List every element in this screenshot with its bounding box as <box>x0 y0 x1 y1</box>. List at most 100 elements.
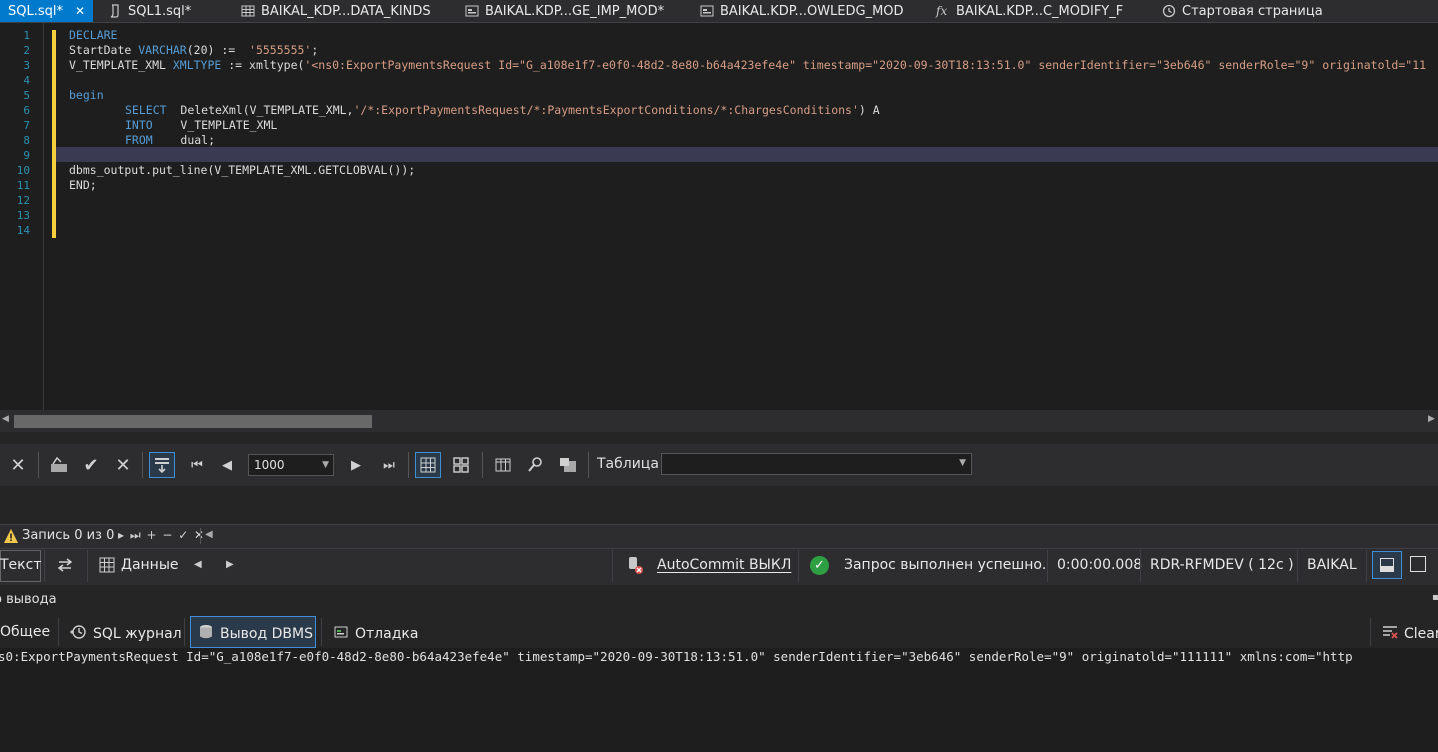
record-navigation-bar <box>0 524 1438 549</box>
code-line-3: V_TEMPLATE_XML XMLTYPE := xmltype('<ns0:… <box>69 58 1426 73</box>
line-number: 6 <box>23 104 30 117</box>
data-view-tab[interactable]: Данные <box>121 557 179 573</box>
scroll-right-icon[interactable]: ▶ <box>1428 414 1435 424</box>
line-number: 10 <box>16 164 30 177</box>
tab-scroll-right-icon[interactable]: ▶ <box>226 559 234 570</box>
tab-package-owledg-mod[interactable]: BAIKAL.KDP...OWLEDG_MOD <box>692 0 924 22</box>
start-page-icon <box>1162 4 1176 18</box>
line-number: 5 <box>23 89 30 102</box>
line-number: 7 <box>23 119 30 132</box>
clear-label: Clear <box>1404 626 1438 642</box>
find-icon[interactable] <box>522 452 548 478</box>
tab-label: BAIKAL_KDP...DATA_KINDS <box>261 3 431 19</box>
tab-label: SQL1.sql* <box>128 3 192 19</box>
autocommit-icon[interactable] <box>625 555 645 579</box>
tab-dbms-output-label: Вывод DBMS <box>220 626 313 642</box>
close-icon[interactable]: ✕ <box>75 4 85 18</box>
success-check-icon: ✓ <box>810 556 829 575</box>
package-icon <box>465 4 479 18</box>
line-number: 11 <box>16 179 30 192</box>
tab-sql1[interactable]: SQL1.sql* <box>100 0 230 22</box>
code-line-7: INTO V_TEMPLATE_XML <box>125 118 277 133</box>
row-limit-select[interactable]: 1000 ▼ <box>248 454 334 476</box>
function-icon: fx <box>936 4 948 18</box>
line-number: 1 <box>23 29 30 42</box>
collapse-icon[interactable]: ◀ <box>205 529 213 540</box>
edit-rows-icon[interactable] <box>46 452 72 478</box>
output-panel-title: о вывода <box>0 592 57 607</box>
scrollbar-thumb[interactable] <box>14 415 372 428</box>
chevron-down-icon: ▼ <box>959 458 966 468</box>
code-line-8: FROM dual; <box>125 133 215 148</box>
query-status: Запрос выполнен успешно. <box>844 557 1047 573</box>
string-literal: '/*:ExportPaymentsRequest/*:PaymentsExpo… <box>353 103 859 117</box>
rollback-icon[interactable]: ✕ <box>110 452 136 478</box>
columns-icon[interactable] <box>490 452 516 478</box>
keyword: XMLTYPE <box>172 58 222 72</box>
swap-icon[interactable] <box>56 556 74 578</box>
clear-button[interactable]: Clear <box>1382 624 1438 644</box>
line-number-gutter: 1 2 3 4 5 6 7 8 9 10 11 12 13 14 <box>0 23 44 410</box>
code-line-1: DECLARE <box>69 28 117 43</box>
dbms-output-text: s0:ExportPaymentsRequest Id="G_a108e1f7-… <box>0 649 1353 664</box>
first-page-icon[interactable]: ⏮ <box>184 452 210 478</box>
keyword: SELECT <box>125 103 167 117</box>
table-select[interactable]: ▼ <box>661 453 972 475</box>
tab-label: SQL.sql* <box>8 3 63 19</box>
debug-icon <box>333 624 349 644</box>
line-number: 4 <box>23 74 30 87</box>
scroll-left-icon[interactable]: ◀ <box>2 414 9 424</box>
changed-lines-marker <box>52 30 56 238</box>
tab-function-modify[interactable]: fx BAIKAL.KDP...C_MODIFY_F <box>928 0 1150 22</box>
bottom-panel-layout-icon[interactable] <box>1372 551 1402 579</box>
tab-package-imp-mod[interactable]: BAIKAL.KDP...GE_IMP_MOD* <box>457 0 689 22</box>
script-icon <box>108 4 122 18</box>
tab-debug[interactable]: Отладка <box>333 624 418 644</box>
line-number: 2 <box>23 44 30 57</box>
line-number: 12 <box>16 194 30 207</box>
row-limit-value: 1000 <box>254 458 285 472</box>
connection-name: RDR-RFMDEV ( 12c ) <box>1150 557 1294 573</box>
pin-icon[interactable]: ▪ <box>1432 592 1438 603</box>
current-line-highlight <box>56 147 1438 162</box>
next-page-icon[interactable]: ▶ <box>343 452 369 478</box>
keyword: begin <box>69 88 104 102</box>
tab-label: Стартовая страница <box>1182 3 1323 19</box>
maximize-panel-icon[interactable] <box>1410 556 1426 572</box>
record-nav-buttons[interactable]: ▸ ⏭ + − ✓ ✕ <box>118 528 205 543</box>
tab-label: BAIKAL.KDP...OWLEDG_MOD <box>720 3 904 19</box>
cancel-icon[interactable]: ✕ <box>5 452 31 478</box>
export-icon[interactable] <box>555 452 581 478</box>
commit-icon[interactable]: ✔ <box>78 452 104 478</box>
tab-sql[interactable]: SQL.sql* ✕ <box>0 0 93 22</box>
code-text: ) A <box>858 103 880 117</box>
chevron-down-icon: ▼ <box>322 460 329 470</box>
last-page-icon[interactable]: ⏭ <box>376 452 402 478</box>
tab-scroll-left-icon[interactable]: ◀ <box>194 559 202 570</box>
tab-table-data-kinds[interactable]: BAIKAL_KDP...DATA_KINDS <box>233 0 453 22</box>
warning-icon <box>3 528 19 544</box>
tab-sql-log[interactable]: SQL журнал <box>69 624 182 644</box>
autocommit-toggle[interactable]: AutoCommit ВЫКЛ <box>657 557 791 573</box>
line-number: 8 <box>23 134 30 147</box>
code-line-6: SELECT DeleteXml(V_TEMPLATE_XML,'/*:Expo… <box>125 103 880 118</box>
tab-dbms-output[interactable]: Вывод DBMS <box>198 624 313 644</box>
grid-view-icon[interactable] <box>415 452 441 478</box>
code-text: dual; <box>152 133 216 147</box>
form-view-icon[interactable] <box>448 452 474 478</box>
text-view-label: Текст <box>0 557 42 573</box>
sql-editor[interactable]: 1 2 3 4 5 6 7 8 9 10 11 12 13 14 DECLARE… <box>0 23 1438 410</box>
string-literal: '<ns0:ExportPaymentsRequest Id="G_a108e1… <box>304 58 1427 72</box>
keyword: INTO <box>125 118 153 132</box>
editor-tab-strip: SQL.sql* ✕ SQL1.sql* BAIKAL_KDP...DATA_K… <box>0 0 1438 23</box>
code-text: DeleteXml(V_TEMPLATE_XML, <box>166 103 354 117</box>
tab-label: BAIKAL.KDP...C_MODIFY_F <box>956 3 1124 19</box>
fetch-all-icon[interactable] <box>149 452 175 478</box>
keyword: DECLARE <box>69 28 118 42</box>
tab-start-page[interactable]: Стартовая страница <box>1154 0 1324 22</box>
tab-general[interactable]: Общее <box>0 624 50 640</box>
line-number: 13 <box>16 209 30 222</box>
record-counter: Запись 0 из 0 <box>22 528 115 543</box>
table-label: Таблица <box>597 456 659 472</box>
previous-page-icon[interactable]: ◀ <box>214 452 240 478</box>
